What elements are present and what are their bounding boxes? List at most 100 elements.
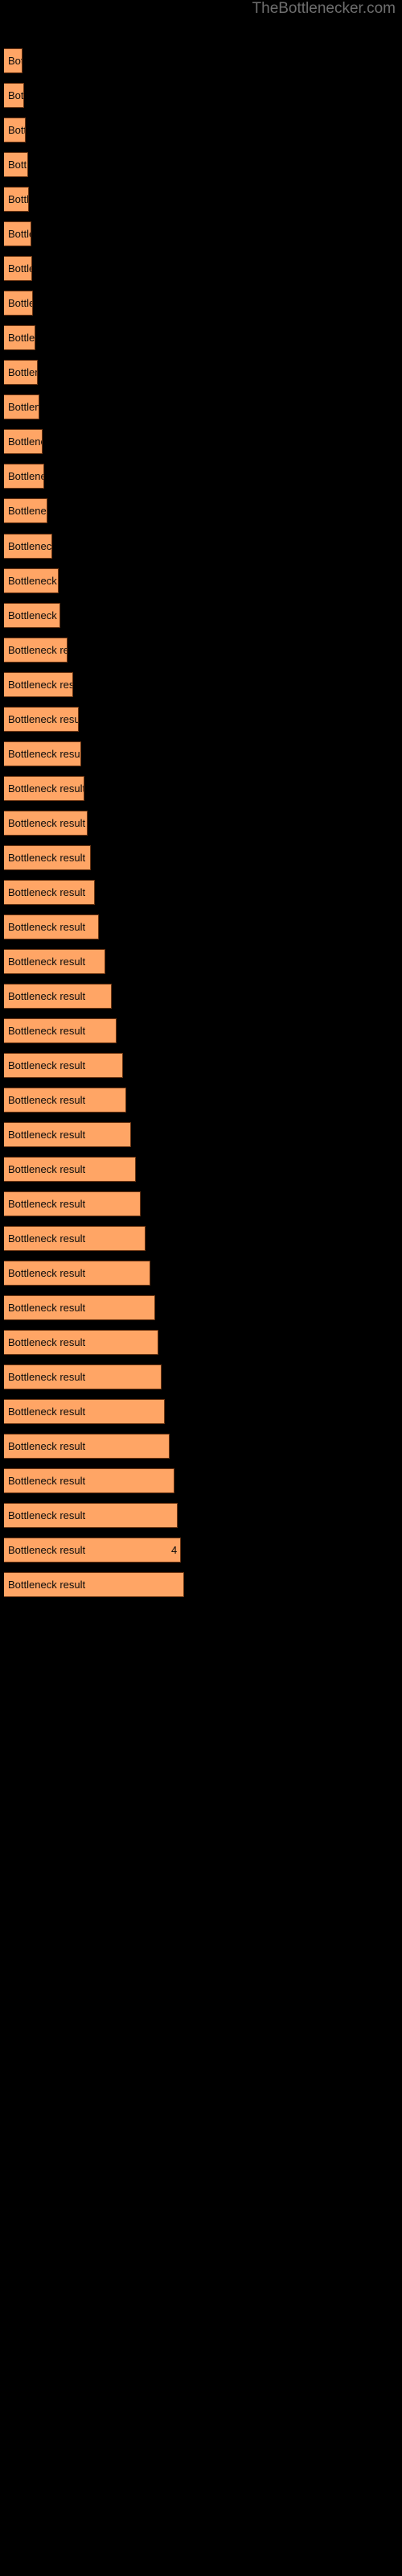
bar[interactable]: Bottleneck result (4, 741, 81, 766)
bar-row: Bottleneck result (0, 464, 402, 489)
bar[interactable]: Bottleneck result (4, 672, 73, 697)
bar-value: 4 (171, 1543, 178, 1556)
bar-row: Bottleneck result (0, 914, 402, 939)
bar[interactable]: Bottleneck result (4, 845, 91, 870)
bar-row: Bottleneck result (0, 1191, 402, 1216)
bar-label: Bottleneck result (8, 989, 86, 1002)
bar[interactable]: Bottleneck result (4, 187, 29, 212)
bar-row: Bottleneck result (0, 1295, 402, 1320)
bar[interactable]: Bottleneck result (4, 291, 33, 316)
bar-row: Bottleneck result (0, 429, 402, 454)
bar-row: Bottleneck result (0, 1572, 402, 1597)
bar[interactable]: Bottleneck result (4, 1468, 174, 1493)
bar-label: Bottleneck result (8, 1405, 86, 1418)
bar-row: Bottleneck result (0, 1226, 402, 1251)
bar-label: Bottleneck result (8, 816, 86, 829)
bar-row: Bottleneck result (0, 1434, 402, 1459)
bar-row: Bottleneck result (0, 776, 402, 801)
bar-label: Bottleneck result (8, 504, 47, 517)
bar[interactable]: Bottleneck result (4, 984, 112, 1009)
bar[interactable]: Bottleneck result (4, 949, 105, 974)
bar-label: Bottleneck result (8, 1093, 86, 1106)
bar[interactable]: Bottleneck result (4, 1295, 155, 1320)
bar[interactable]: Bottleneck result (4, 464, 44, 489)
bar-row: Bottleneck result (0, 118, 402, 142)
bar-label: Bottleneck result (8, 1197, 86, 1210)
bar-label: Bottleneck result (8, 192, 29, 205)
bar-row: Bottleneck result (0, 152, 402, 177)
bar[interactable]: Bottleneck result (4, 83, 24, 108)
bar-row: Bottleneck result (0, 48, 402, 73)
bar-label: Bottleneck result (8, 400, 39, 413)
bar-row: Bottleneck result (0, 880, 402, 905)
bar-row: Bottleneck result (0, 534, 402, 559)
bar[interactable]: Bottleneck result (4, 534, 52, 559)
bar-row: Bottleneck result (0, 1503, 402, 1528)
bar[interactable]: Bottleneck result (4, 256, 32, 281)
bar[interactable]: Bottleneck result (4, 325, 35, 350)
bar[interactable]: Bottleneck result (4, 48, 23, 73)
bar-row: Bottleneck result (0, 325, 402, 350)
bar-row: Bottleneck result (0, 360, 402, 385)
bar-label: Bottleneck result (8, 574, 58, 587)
bar-row: Bottleneck result (0, 638, 402, 663)
bar[interactable]: Bottleneck result (4, 880, 95, 905)
bar[interactable]: Bottleneck result (4, 1572, 184, 1597)
bar-row: Bottleneck result (0, 603, 402, 628)
bar-label: Bottleneck result (8, 955, 86, 968)
bar-label: Bottleneck result (8, 469, 43, 482)
bar-row: Bottleneck result (0, 672, 402, 697)
bar-label: Bottleneck result (8, 158, 28, 171)
bar-row: Bottleneck result (0, 498, 402, 523)
bar[interactable]: Bottleneck result (4, 568, 59, 593)
bar-row: Bottleneck result (0, 1157, 402, 1182)
bar[interactable]: Bottleneck result (4, 1261, 150, 1286)
bar[interactable]: Bottleneck result (4, 1018, 117, 1043)
bar-row: Bottleneck result (0, 949, 402, 974)
bar-label: Bottleneck result (8, 1543, 86, 1556)
bar[interactable]: Bottleneck result (4, 498, 47, 523)
bar-row: Bottleneck result (0, 1468, 402, 1493)
bar[interactable]: Bottleneck result (4, 914, 99, 939)
bar-label: Bottleneck result (8, 712, 79, 725)
bar[interactable]: Bottleneck result (4, 1053, 123, 1078)
bar-label: Bottleneck result (8, 262, 31, 275)
bar-row: Bottleneck result (0, 394, 402, 419)
bar[interactable]: Bottleneck result (4, 118, 26, 142)
bar-row: Bottleneck result (0, 707, 402, 732)
bar[interactable]: Bottleneck result (4, 429, 43, 454)
bar-row: Bottleneck result (0, 1122, 402, 1147)
bar[interactable]: Bottleneck result (4, 221, 31, 246)
bar-label: Bottleneck result (8, 1266, 86, 1279)
bar[interactable]: Bottleneck result (4, 603, 60, 628)
bar[interactable]: Bottleneck result (4, 707, 79, 732)
bar[interactable]: Bottleneck result (4, 776, 84, 801)
bar[interactable]: Bottleneck result (4, 1399, 165, 1424)
bar[interactable]: Bottleneck result (4, 1191, 141, 1216)
bar-label: Bottleneck result (8, 1059, 86, 1071)
bar-label: Bottleneck result (8, 1162, 86, 1175)
bar-row: Bottleneck result (0, 221, 402, 246)
bar-label: Bottleneck result (8, 54, 22, 67)
bar-row: Bottleneck result (0, 291, 402, 316)
bar[interactable]: Bottleneck result (4, 1088, 126, 1113)
bar[interactable]: Bottleneck result (4, 811, 88, 836)
bar[interactable]: Bottleneck result (4, 1538, 181, 1563)
bar[interactable]: Bottleneck result (4, 1122, 131, 1147)
bar[interactable]: Bottleneck result (4, 1503, 178, 1528)
bar-row: Bottleneck result (0, 256, 402, 281)
bar-label: Bottleneck result (8, 539, 52, 552)
bar-label: Bottleneck result (8, 1439, 86, 1452)
bar[interactable]: Bottleneck result (4, 152, 28, 177)
bar[interactable]: Bottleneck result (4, 1434, 170, 1459)
bar[interactable]: Bottleneck result (4, 394, 39, 419)
bar[interactable]: Bottleneck result (4, 1226, 146, 1251)
bar[interactable]: Bottleneck result (4, 1364, 162, 1389)
bar-label: Bottleneck result (8, 851, 86, 864)
bar[interactable]: Bottleneck result (4, 638, 68, 663)
bar-row: Bottleneck result (0, 1261, 402, 1286)
bar[interactable]: Bottleneck result (4, 360, 38, 385)
bar[interactable]: Bottleneck result (4, 1157, 136, 1182)
bar[interactable]: Bottleneck result (4, 1330, 158, 1355)
bar-row: Bottleneck result (0, 984, 402, 1009)
